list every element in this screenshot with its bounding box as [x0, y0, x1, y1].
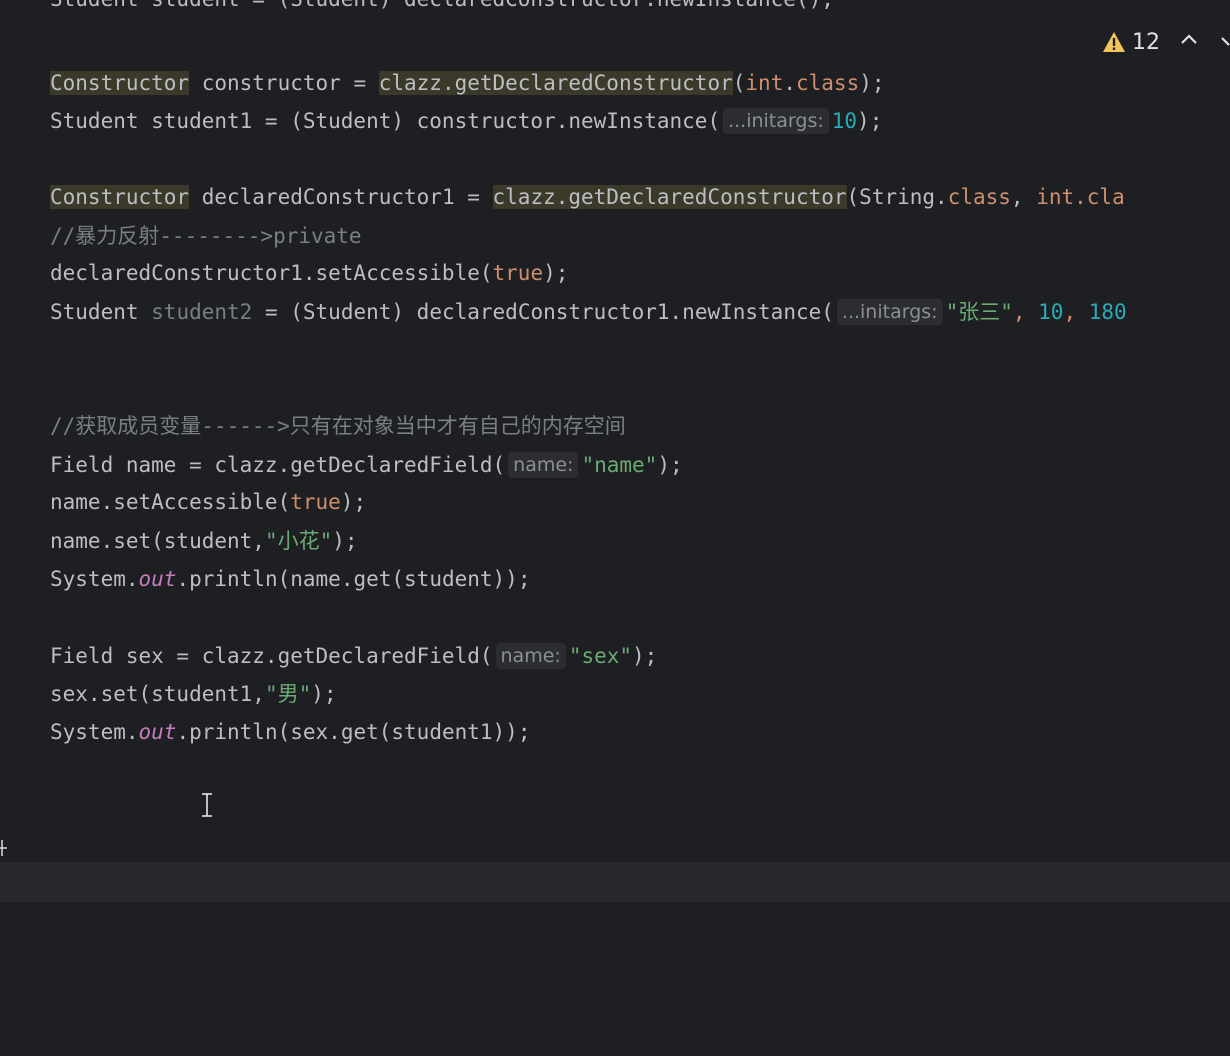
code-line-1: Constructor constructor = clazz.getDecla…	[50, 68, 885, 98]
code-line-4-comment: //暴力反射-------->private	[50, 224, 362, 248]
parameter-hint: ...initargs:	[723, 108, 829, 134]
chevron-up-icon[interactable]	[1178, 29, 1200, 56]
string-token: "sex"	[568, 644, 633, 668]
code-line-12: Field sex = clazz.getDeclaredField(name:…	[50, 641, 657, 671]
code-token: name.set(student,	[50, 529, 265, 553]
code-token: .println(name.get(student));	[176, 567, 531, 591]
code-token: .println(sex.get(student1));	[176, 720, 531, 744]
code-token: name.setAccessible(	[50, 490, 291, 514]
inspection-widget: 12	[1102, 26, 1230, 58]
method-token: clazz.getDeclaredConstructor	[492, 185, 847, 209]
type-token: Constructor	[50, 185, 190, 209]
code-token: Field sex = clazz.getDeclaredField(	[50, 644, 493, 668]
code-line-10: name.set(student,"小花");	[50, 526, 358, 556]
keyword-token: class	[796, 71, 860, 95]
code-token: );	[857, 109, 883, 133]
string-token: "男"	[264, 682, 312, 706]
code-token: = (Student) declaredConstructor1.newInst…	[252, 300, 834, 324]
keyword-token: .cla	[1074, 185, 1125, 209]
code-line-9: name.setAccessible(true);	[50, 487, 366, 517]
code-token: .	[783, 71, 796, 95]
warning-count: 12	[1132, 29, 1160, 55]
code-token: System.	[50, 567, 139, 591]
method-token: clazz.getDeclaredConstructor	[378, 71, 733, 95]
code-token: );	[332, 529, 358, 553]
code-token: );	[657, 453, 683, 477]
code-token: );	[340, 490, 367, 514]
parameter-hint: name:	[495, 643, 566, 669]
code-line-8: Field name = clazz.getDeclaredField(name…	[50, 450, 683, 480]
code-line-0: Student student = (Student) declaredCons…	[50, 0, 834, 14]
text-cursor-icon	[202, 793, 212, 817]
number-token: 10	[831, 109, 858, 133]
code-line-13: sex.set(student1,"男");	[50, 679, 337, 709]
string-token: "张三"	[945, 300, 1013, 324]
code-token: declaredConstructor1 =	[189, 185, 493, 209]
keyword-token: int	[1036, 185, 1075, 209]
string-token: "name"	[581, 453, 658, 477]
keyword-token: int	[745, 71, 784, 95]
keyword-token: true	[290, 490, 341, 514]
unused-variable-token: student2	[151, 300, 253, 324]
code-token: );	[632, 644, 658, 668]
code-line-7-comment: //获取成员变量------>只有在对象当中才有自己的内存空间	[50, 414, 626, 438]
code-token: Student student1 = (Student) constructor…	[50, 109, 721, 133]
static-field-token: out	[138, 720, 177, 744]
code-token: System.	[50, 720, 139, 744]
code-token: );	[543, 261, 569, 285]
string-token: "小花"	[264, 529, 333, 553]
code-token: );	[311, 682, 337, 706]
code-token: ,	[1010, 185, 1037, 209]
code-token: constructor =	[189, 71, 379, 95]
code-token: (	[732, 71, 746, 95]
code-line-14: System.out.println(sex.get(student1));	[50, 717, 530, 747]
code-line-2: Student student1 = (Student) constructor…	[50, 106, 882, 136]
parameter-hint: ...initargs:	[836, 299, 943, 325]
warning-triangle-icon	[1102, 31, 1126, 53]
type-token: Constructor	[50, 71, 190, 95]
code-line-11: System.out.println(name.get(student));	[50, 564, 530, 594]
bottom-panel-strip	[0, 862, 1230, 902]
keyword-token: class	[947, 185, 1011, 209]
parameter-hint: name:	[508, 452, 579, 478]
chevron-down-icon[interactable]	[1218, 29, 1230, 56]
number-token: 10	[1038, 300, 1064, 324]
number-token: 180	[1088, 300, 1127, 324]
warnings-indicator[interactable]: 12	[1102, 30, 1160, 55]
code-token: (String.	[846, 185, 948, 209]
code-token: ,	[1012, 300, 1039, 324]
code-token: ,	[1063, 300, 1089, 324]
static-field-token: out	[138, 567, 177, 591]
code-token: declaredConstructor1.setAccessible(	[50, 261, 493, 285]
code-area[interactable]: Student student = (Student) declaredCons…	[0, 0, 1230, 862]
code-line-5: declaredConstructor1.setAccessible(true)…	[50, 258, 568, 288]
code-line-3: Constructor declaredConstructor1 = clazz…	[50, 182, 1125, 212]
code-token: Field name = clazz.getDeclaredField(	[50, 453, 506, 477]
code-editor[interactable]: Student student = (Student) declaredCons…	[0, 0, 1230, 1056]
code-token: sex.set(student1,	[50, 682, 265, 706]
code-line-6: Student student2 = (Student) declaredCon…	[50, 297, 1127, 327]
bottom-area	[0, 902, 1230, 1056]
gutter-marker-icon	[0, 840, 7, 856]
keyword-token: true	[492, 261, 544, 285]
code-token: );	[859, 71, 885, 95]
code-token: Student	[50, 300, 152, 324]
